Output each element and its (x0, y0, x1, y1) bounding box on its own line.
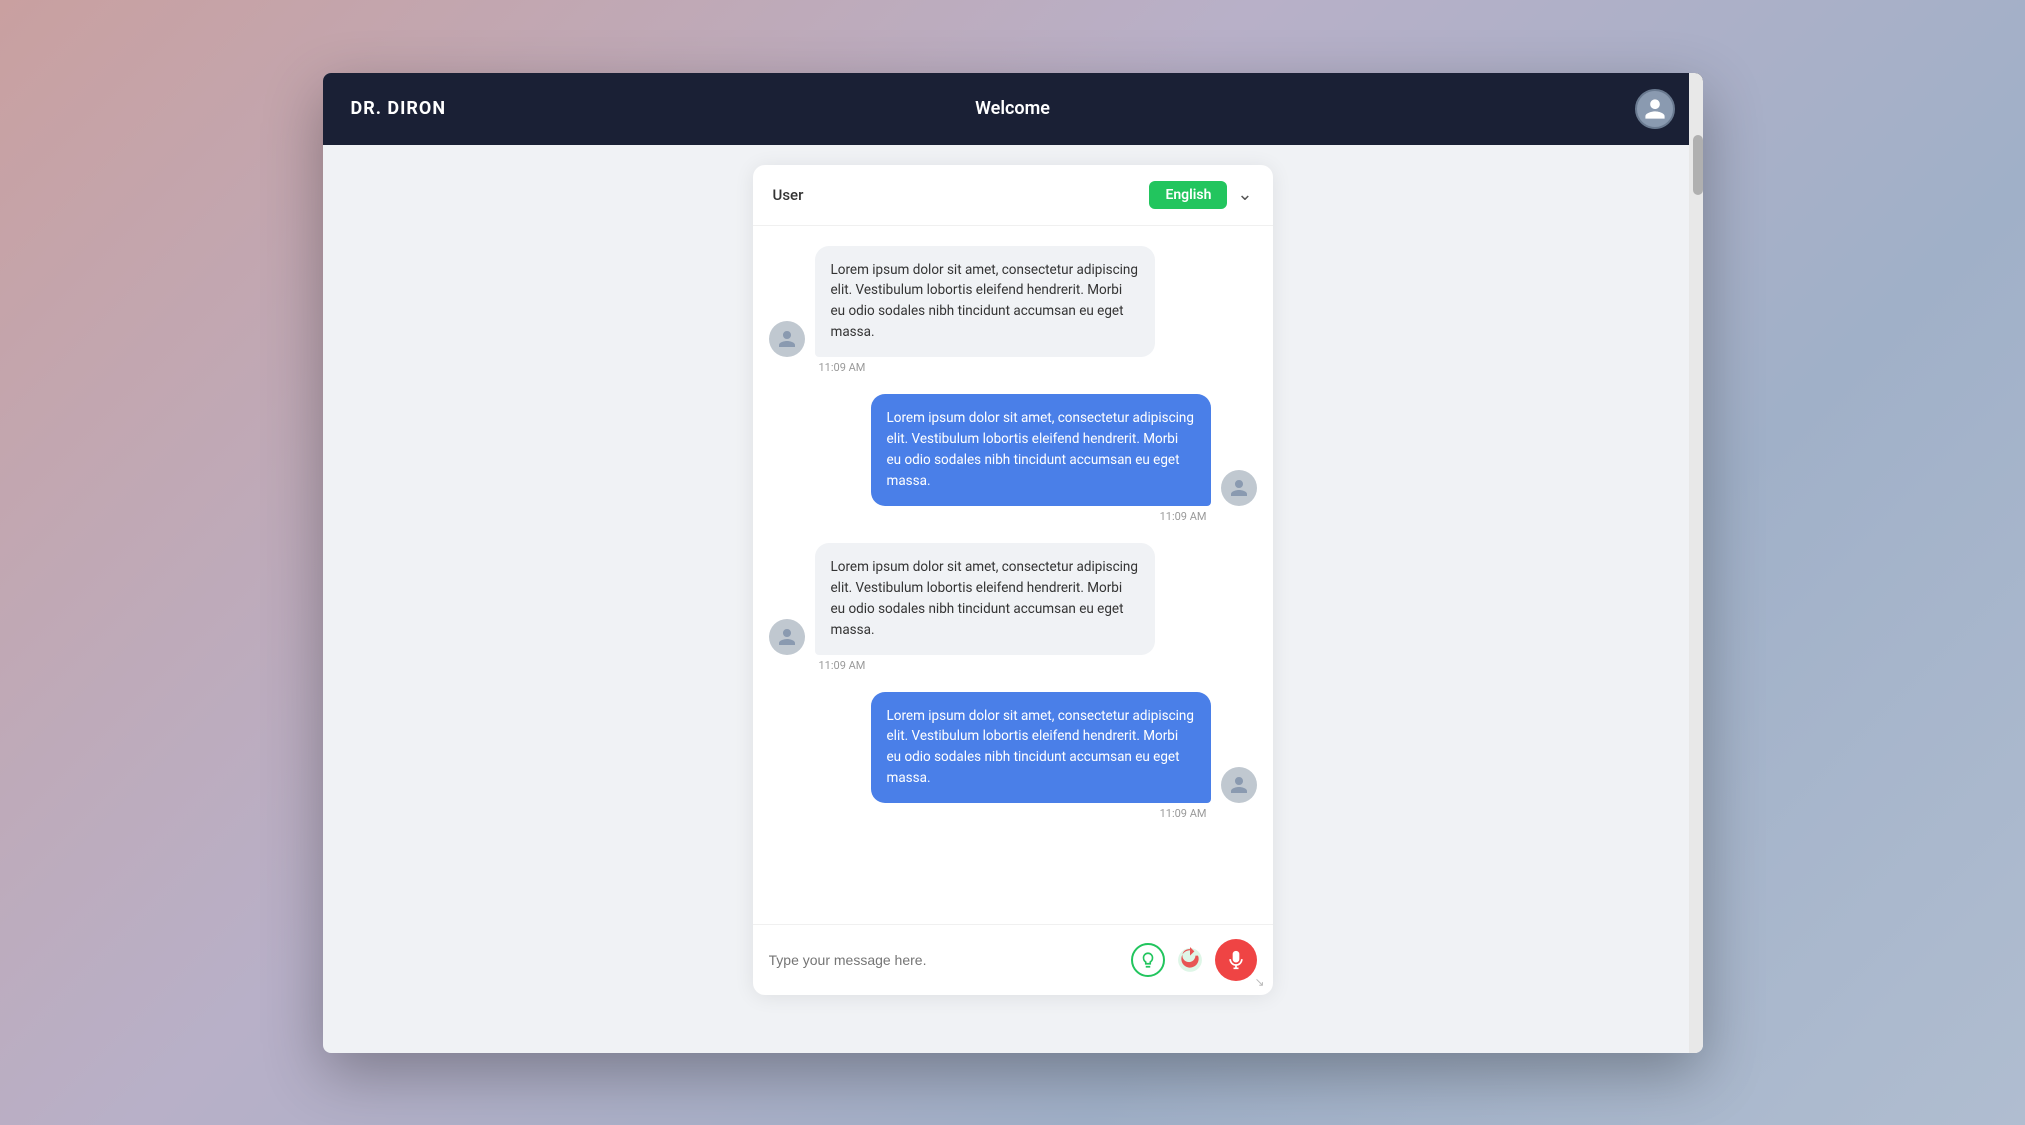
attachment-button[interactable] (1173, 943, 1207, 977)
brand-name: DR. DIRON (351, 98, 447, 119)
message-group: Lorem ipsum dolor sit amet, consectetur … (769, 692, 1257, 821)
message-timestamp: 11:09 AM (769, 659, 1257, 672)
message-row: Lorem ipsum dolor sit amet, consectetur … (769, 394, 1257, 506)
avatar-icon (777, 627, 797, 647)
avatar (1221, 767, 1257, 803)
message-row: Lorem ipsum dolor sit amet, consectetur … (769, 246, 1257, 358)
message-group: Lorem ipsum dolor sit amet, consectetur … (769, 394, 1257, 523)
message-group: Lorem ipsum dolor sit amet, consectetur … (769, 246, 1257, 375)
chat-panel: User English ⌄ Lorem ipsu (753, 165, 1273, 995)
input-row (769, 939, 1257, 981)
message-bubble: Lorem ipsum dolor sit amet, consectetur … (815, 543, 1155, 655)
lightbulb-icon (1139, 951, 1157, 969)
user-avatar[interactable] (1635, 89, 1675, 129)
resize-handle: ↘ (1254, 975, 1264, 989)
language-badge[interactable]: English (1149, 181, 1227, 209)
emoji-button[interactable] (1131, 943, 1165, 977)
message-row: Lorem ipsum dolor sit amet, consectetur … (769, 692, 1257, 804)
input-area: ↘ (753, 924, 1273, 995)
messages-area: Lorem ipsum dolor sit amet, consectetur … (753, 226, 1273, 924)
page-title: Welcome (975, 98, 1050, 119)
chat-header-controls: English ⌄ (1149, 181, 1252, 209)
avatar-icon (1229, 775, 1249, 795)
chevron-down-icon[interactable]: ⌄ (1237, 184, 1252, 205)
scrollbar-thumb[interactable] (1693, 135, 1703, 195)
chat-wrapper: User English ⌄ Lorem ipsu (323, 145, 1703, 1053)
avatar-icon (1229, 478, 1249, 498)
message-bubble: Lorem ipsum dolor sit amet, consectetur … (815, 246, 1155, 358)
message-input[interactable] (769, 944, 1121, 976)
message-row: Lorem ipsum dolor sit amet, consectetur … (769, 543, 1257, 655)
message-bubble: Lorem ipsum dolor sit amet, consectetur … (871, 692, 1211, 804)
message-timestamp: 11:09 AM (769, 510, 1257, 523)
message-group: Lorem ipsum dolor sit amet, consectetur … (769, 543, 1257, 672)
avatar (769, 619, 805, 655)
app-header: DR. DIRON Welcome (323, 73, 1703, 145)
scrollbar-track[interactable] (1689, 73, 1703, 1053)
input-icons (1131, 939, 1257, 981)
message-bubble: Lorem ipsum dolor sit amet, consectetur … (871, 394, 1211, 506)
message-timestamp: 11:09 AM (769, 361, 1257, 374)
avatar-icon (777, 329, 797, 349)
message-timestamp: 11:09 AM (769, 807, 1257, 820)
mic-icon (1226, 950, 1246, 970)
chat-header: User English ⌄ (753, 165, 1273, 226)
avatar (1221, 470, 1257, 506)
chat-user-label: User (773, 186, 804, 204)
avatar (769, 321, 805, 357)
mic-button[interactable] (1215, 939, 1257, 981)
avatar-icon (1643, 97, 1667, 121)
app-window: DR. DIRON Welcome User English ⌄ (323, 73, 1703, 1053)
refresh-icon (1177, 947, 1203, 973)
